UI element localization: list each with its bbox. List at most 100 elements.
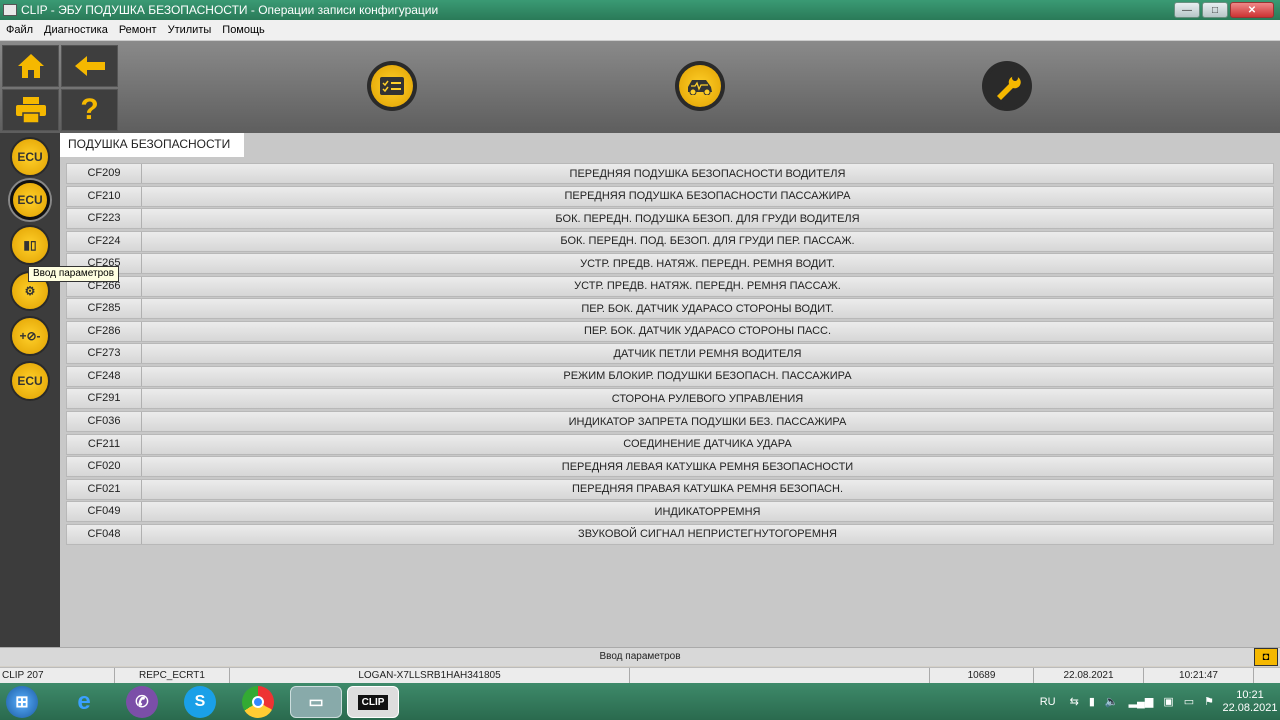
row-description: СОЕДИНЕНИЕ ДАТЧИКА УДАРА: [623, 438, 792, 451]
table-row[interactable]: CF266 УСТР. ПРЕДВ. НАТЯЖ. ПЕРЕДН. РЕМНЯ П…: [66, 275, 1274, 297]
camera-icon[interactable]: ◘: [1254, 648, 1278, 666]
plus-minus-icon: +⊘-: [19, 329, 41, 343]
home-button[interactable]: [2, 45, 59, 87]
clip-app-icon[interactable]: ▭: [290, 686, 342, 718]
ecu-info-icon: ECU: [17, 150, 43, 164]
row-description: ПЕРЕДНЯЯ ПОДУШКА БЕЗОПАСНОСТИ ВОДИТЕЛЯ: [569, 167, 846, 180]
network-icon[interactable]: ⇆: [1070, 695, 1079, 708]
table-row[interactable]: CF020 ПЕРЕДНЯЯ ЛЕВАЯ КАТУШКА РЕМНЯ БЕЗОПА…: [66, 456, 1274, 478]
table-row[interactable]: CF223 БОК. ПЕРЕДН. ПОДУШКА БЕЗОП. ДЛЯ ГРУ…: [66, 208, 1274, 230]
clock[interactable]: 10:21 22.08.2021: [1220, 689, 1280, 715]
table-row[interactable]: CF248 РЕЖИМ БЛОКИР. ПОДУШКИ БЕЗОПАСН. ПАС…: [66, 365, 1274, 387]
clock-time: 10:21: [1236, 688, 1264, 701]
parameter-list: CF209 ПЕРЕДНЯЯ ПОДУШКА БЕЗОПАСНОСТИ ВОДИТ…: [66, 163, 1274, 546]
table-row[interactable]: CF048 ЗВУКОВОЙ СИГНАЛ НЕПРИСТЕГНУТОГОРЕМН…: [66, 523, 1274, 545]
table-row[interactable]: CF036 ИНДИКАТОР ЗАПРЕТА ПОДУШКИ БЕЗ. ПАСС…: [66, 411, 1274, 433]
menu-help[interactable]: Помощь: [216, 24, 270, 36]
status-number: 10689: [930, 668, 1034, 683]
maximize-button[interactable]: □: [1202, 2, 1228, 18]
ecu-replace-button[interactable]: ECU: [10, 361, 50, 401]
row-code: CF048: [67, 524, 142, 544]
checklist-button[interactable]: [367, 61, 417, 111]
row-description: РЕЖИМ БЛОКИР. ПОДУШКИ БЕЗОПАСН. ПАССАЖИР…: [563, 370, 852, 383]
ecu-write-icon: ECU: [17, 193, 43, 207]
table-row[interactable]: CF211 СОЕДИНЕНИЕ ДАТЧИКА УДАРА: [66, 433, 1274, 455]
table-row[interactable]: CF286 ПЕР. БОК. ДАТЧИК УДАРАСО СТОРОНЫ ПА…: [66, 320, 1274, 342]
row-code: CF020: [67, 457, 142, 477]
table-row[interactable]: CF224 БОК. ПЕРЕДН. ПОД. БЕЗОП. ДЛЯ ГРУДИ …: [66, 230, 1274, 252]
clip-version: CLIP 207: [0, 668, 115, 683]
table-row[interactable]: CF265 УСТР. ПРЕДВ. НАТЯЖ. ПЕРЕДН. РЕМНЯ В…: [66, 253, 1274, 275]
status-date: 22.08.2021: [1034, 668, 1144, 683]
row-description: ПЕРЕДНЯЯ ПОДУШКА БЕЗОПАСНОСТИ ПАССАЖИРА: [564, 190, 851, 203]
row-code: CF211: [67, 434, 142, 454]
clip-window-icon[interactable]: CLIP: [347, 686, 399, 718]
table-row[interactable]: CF285 ПЕР. БОК. ДАТЧИК УДАРАСО СТОРОНЫ ВО…: [66, 298, 1274, 320]
tab-airbag[interactable]: ПОДУШКА БЕЗОПАСНОСТИ: [60, 133, 244, 157]
table-row[interactable]: CF210 ПЕРЕДНЯЯ ПОДУШКА БЕЗОПАСНОСТИ ПАССА…: [66, 185, 1274, 207]
row-description: ПЕРЕДНЯЯ ЛЕВАЯ КАТУШКА РЕМНЯ БЕЗОПАСНОСТ…: [561, 460, 854, 473]
arrow-left-icon: [74, 56, 105, 76]
row-code: CF036: [67, 412, 142, 432]
info-bar: CLIP 207 REPC_ECRT1 LOGAN-X7LLSRB1HAH341…: [0, 667, 1280, 683]
parameter-input-button[interactable]: ▮▯: [10, 225, 50, 265]
row-code: CF286: [67, 321, 142, 341]
clock-date: 22.08.2021: [1222, 701, 1278, 714]
row-description: БОК. ПЕРЕДН. ПОДУШКА БЕЗОП. ДЛЯ ГРУДИ ВО…: [555, 212, 860, 225]
wrench-button[interactable]: [982, 61, 1032, 111]
menu-utilities[interactable]: Утилиты: [162, 24, 217, 36]
table-row[interactable]: CF273 ДАТЧИК ПЕТЛИ РЕМНЯ ВОДИТЕЛЯ: [66, 343, 1274, 365]
left-sidebar: ECU ECU ▮▯ ⚙ +⊘- ECU: [0, 133, 60, 647]
app-icon: [3, 4, 17, 16]
signal-icon[interactable]: ▂▄▆: [1129, 695, 1154, 708]
top-toolbar: ?: [0, 41, 1280, 133]
volume-icon[interactable]: 🔈: [1105, 695, 1119, 708]
row-description: УСТР. ПРЕДВ. НАТЯЖ. ПЕРЕДН. РЕМНЯ ВОДИТ.: [580, 257, 835, 270]
vehicle-vin: LOGAN-X7LLSRB1HAH341805: [230, 668, 630, 683]
battery-icon[interactable]: ▮: [1089, 695, 1095, 708]
menu-repair[interactable]: Ремонт: [113, 24, 162, 36]
viber-icon[interactable]: ✆: [126, 686, 158, 718]
ie-icon[interactable]: e: [68, 686, 100, 718]
flag-icon[interactable]: ⚑: [1204, 695, 1214, 708]
menu-file[interactable]: Файл: [0, 24, 38, 36]
row-code: CF210: [67, 186, 142, 206]
row-code: CF224: [67, 231, 142, 251]
monitor-icon[interactable]: ▭: [1184, 695, 1194, 708]
nvidia-icon[interactable]: ▣: [1163, 695, 1173, 708]
home-icon: [17, 54, 44, 78]
row-code: CF021: [67, 479, 142, 499]
system-tray: RU ⇆ ▮ 🔈 ▂▄▆ ▣ ▭ ⚑ 10:21 22.08.2021: [1040, 683, 1280, 720]
help-button[interactable]: ?: [61, 89, 118, 131]
menu-diagnostics[interactable]: Диагностика: [38, 24, 113, 36]
table-row[interactable]: CF049 ИНДИКАТОРРЕМНЯ: [66, 501, 1274, 523]
ecu-info-button[interactable]: ECU: [10, 137, 50, 177]
window-title: CLIP - ЭБУ ПОДУШКА БЕЗОПАСНОСТИ - Операц…: [21, 3, 439, 17]
car-diagnostic-button[interactable]: [675, 61, 725, 111]
table-row[interactable]: CF291 СТОРОНА РУЛЕВОГО УПРАВЛЕНИЯ: [66, 388, 1274, 410]
skype-icon[interactable]: S: [184, 686, 216, 718]
status-message: Ввод параметров: [0, 647, 1280, 666]
ecu-write-button[interactable]: ECU: [10, 180, 50, 220]
row-code: CF273: [67, 344, 142, 364]
wrench-icon: [986, 65, 1028, 107]
plus-minus-button[interactable]: +⊘-: [10, 316, 50, 356]
row-description: СТОРОНА РУЛЕВОГО УПРАВЛЕНИЯ: [611, 392, 804, 405]
row-code: CF248: [67, 366, 142, 386]
chrome-icon[interactable]: [242, 686, 274, 718]
status-spacer: [630, 668, 930, 683]
row-code: CF285: [67, 299, 142, 319]
car-diagnostic-icon: [679, 65, 721, 107]
print-button[interactable]: [2, 89, 59, 131]
back-button[interactable]: [61, 45, 118, 87]
table-row[interactable]: CF021 ПЕРЕДНЯЯ ПРАВАЯ КАТУШКА РЕМНЯ БЕЗОП…: [66, 478, 1274, 500]
table-row[interactable]: CF209 ПЕРЕДНЯЯ ПОДУШКА БЕЗОПАСНОСТИ ВОДИТ…: [66, 163, 1274, 184]
minimize-button[interactable]: —: [1174, 2, 1200, 18]
row-code: CF209: [67, 164, 142, 183]
ecu-replace-icon: ECU: [17, 374, 43, 388]
close-button[interactable]: ✕: [1230, 2, 1274, 18]
row-description: ИНДИКАТОРРЕМНЯ: [654, 505, 761, 518]
language-indicator[interactable]: RU: [1040, 696, 1056, 708]
row-description: УСТР. ПРЕДВ. НАТЯЖ. ПЕРЕДН. РЕМНЯ ПАССАЖ…: [574, 280, 841, 293]
windows-start-icon[interactable]: ⊞: [6, 686, 38, 718]
